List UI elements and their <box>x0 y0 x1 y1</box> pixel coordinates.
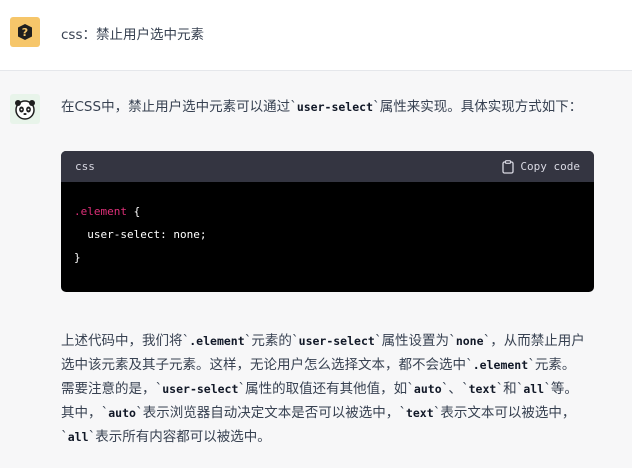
inline-code: none <box>455 334 484 348</box>
code-block-header: css Copy code <box>61 151 594 182</box>
inline-code: .element <box>472 358 529 372</box>
code-close-brace: } <box>74 251 81 264</box>
code-block: css Copy code .element { user-select: no… <box>61 151 594 292</box>
inline-code: auto <box>413 382 442 396</box>
assistant-explanation: 上述代码中，我们将`.element`元素的`user-select`属性设置为… <box>61 329 601 449</box>
inline-code: .element <box>189 334 245 348</box>
inline-code: user-select <box>296 100 373 114</box>
text-span: `元素。 <box>528 357 576 373</box>
text-span: `表示浏览器自动决定文本是否可以被选中，` <box>135 405 406 421</box>
user-avatar: ? <box>10 17 40 47</box>
explanation-line: 其中，`auto`表示浏览器自动决定文本是否可以被选中，`text`表示文本可以… <box>61 401 601 425</box>
assistant-message-row: 在CSS中，禁止用户选中元素可以通过`user-select`属性来实现。具体实… <box>0 71 632 468</box>
panda-bot-icon <box>15 100 35 120</box>
text-span: 其中，` <box>61 405 109 421</box>
inline-code: all <box>523 382 545 396</box>
text-span: `表示文本可以被选中， <box>433 405 576 421</box>
svg-text:?: ? <box>22 26 28 39</box>
explanation-line: 选中该元素及其子元素。这样，无论用户怎么选择文本，都不会选中`.element`… <box>61 353 601 377</box>
text-span: 上述代码中，我们将` <box>61 333 190 349</box>
explanation-line: `all`表示所有内容都可以被选中。 <box>61 425 601 449</box>
inline-code: user-select <box>298 334 375 348</box>
text-span: 需要注意的是，` <box>61 381 163 397</box>
text-span: `表示所有内容都可以被选中。 <box>88 429 271 445</box>
intro-text-after: `属性来实现。具体实现方式如下： <box>373 99 583 115</box>
text-span: `和` <box>496 381 524 397</box>
user-message-row: ? css：禁止用户选中元素 <box>0 0 632 71</box>
inline-code: auto <box>108 406 136 420</box>
text-span: `、` <box>441 381 469 397</box>
assistant-avatar <box>10 94 40 124</box>
inline-code: text <box>468 382 497 396</box>
code-open-brace: { <box>126 205 141 218</box>
text-span: `等。 <box>544 381 578 397</box>
clipboard-icon <box>502 159 515 174</box>
text-span: `，从而禁止用户 <box>483 333 585 349</box>
question-badge-icon: ? <box>18 24 32 40</box>
text-span: `元素的` <box>244 333 299 349</box>
text-span: ` <box>61 429 68 445</box>
code-declaration: user-select: none; <box>74 228 207 241</box>
assistant-intro-text: 在CSS中，禁止用户选中元素可以通过`user-select`属性来实现。具体实… <box>61 95 582 115</box>
code-content: .element { user-select: none; } <box>61 182 594 269</box>
code-selector: .element <box>74 205 127 218</box>
text-span: `属性设置为` <box>374 333 456 349</box>
user-message-text: css：禁止用户选中元素 <box>61 27 204 43</box>
text-span: `属性的取值还有其他值，如` <box>238 381 414 397</box>
copy-code-label: Copy code <box>520 160 580 173</box>
inline-code: all <box>67 430 89 444</box>
code-language-label: css <box>75 160 95 173</box>
inline-code: text <box>405 406 434 420</box>
intro-text-before: 在CSS中，禁止用户选中元素可以通过` <box>61 99 297 115</box>
explanation-line: 需要注意的是，`user-select`属性的取值还有其他值，如`auto`、`… <box>61 377 601 401</box>
inline-code: user-select <box>162 382 239 396</box>
copy-code-button[interactable]: Copy code <box>502 159 580 174</box>
explanation-line: 上述代码中，我们将`.element`元素的`user-select`属性设置为… <box>61 329 601 353</box>
text-span: 选中该元素及其子元素。这样，无论用户怎么选择文本，都不会选中` <box>61 357 473 373</box>
